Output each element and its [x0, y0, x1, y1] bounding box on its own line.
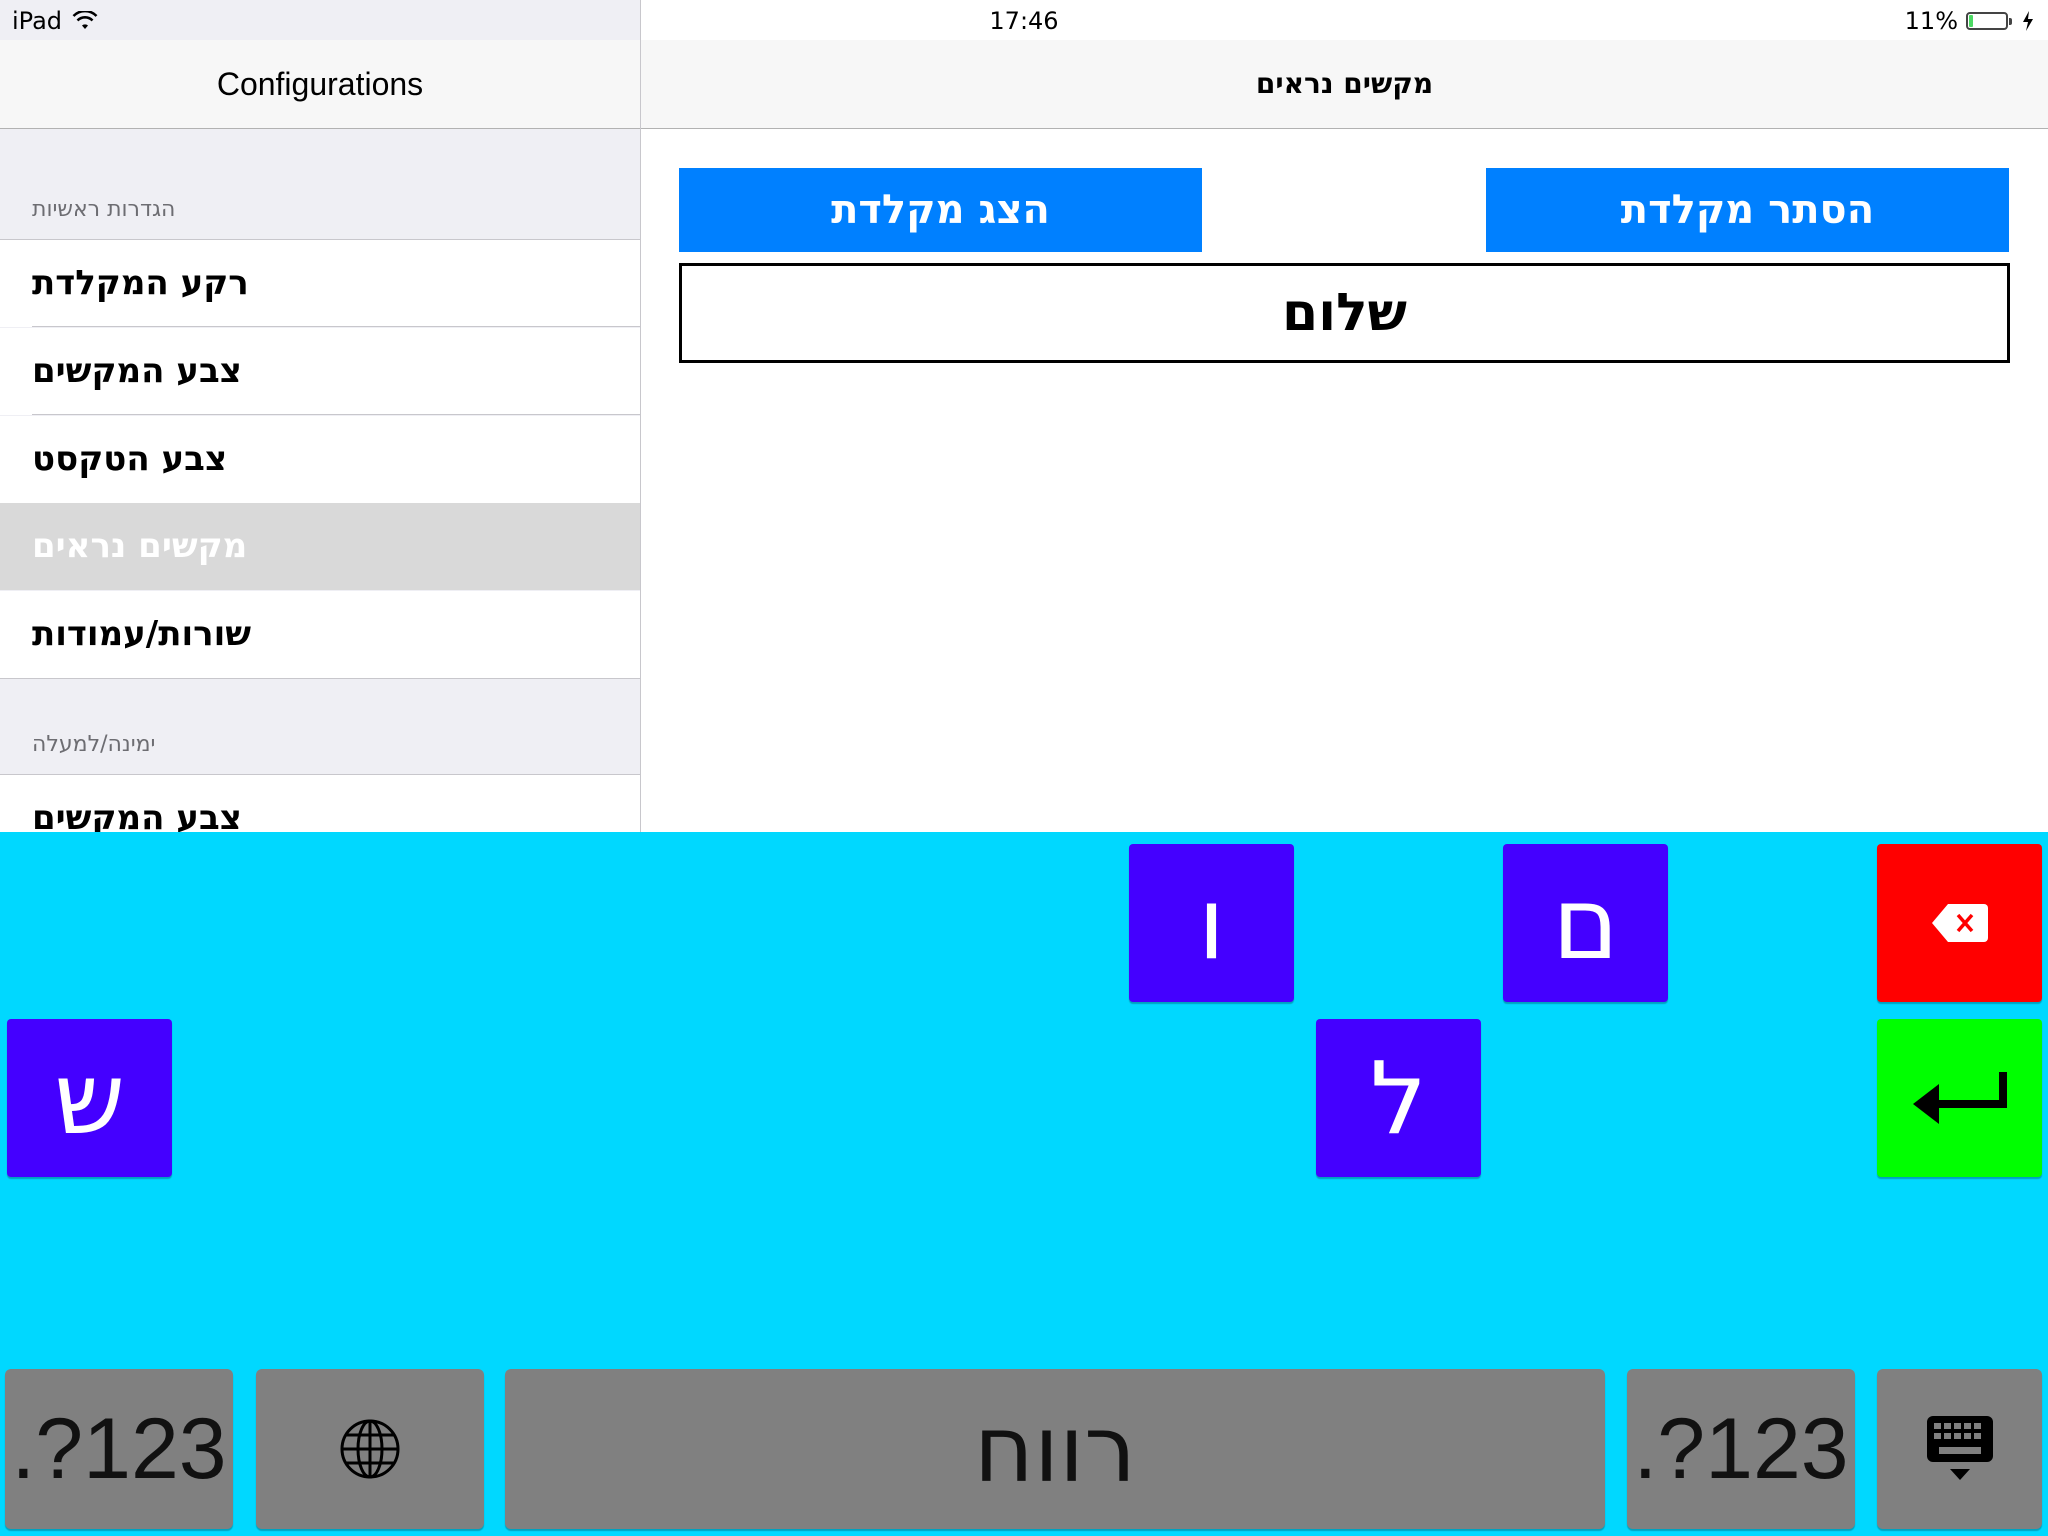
- settings-item-label: צבע הטקסט: [32, 439, 228, 479]
- status-right: 11%: [1905, 7, 2034, 35]
- return-arrow-icon: [1912, 1072, 2007, 1124]
- keyboard-dismiss-icon: [1926, 1416, 1993, 1480]
- globe-key[interactable]: [256, 1369, 484, 1529]
- status-bar: iPad 17:46 11%: [0, 0, 2048, 40]
- space-key[interactable]: רווח: [505, 1369, 1605, 1529]
- battery-percent: 11%: [1904, 7, 1958, 35]
- section-header-main: הגדרות ראשיות: [32, 197, 176, 222]
- delete-key[interactable]: [1877, 844, 2042, 1002]
- settings-item-text-color[interactable]: צבע הטקסט: [0, 416, 640, 503]
- key-shin[interactable]: ש: [7, 1019, 172, 1177]
- divider: [0, 678, 640, 679]
- numbers-key-right[interactable]: .?123: [1627, 1369, 1855, 1529]
- divider: [32, 326, 640, 327]
- key-final-mem[interactable]: ם: [1503, 844, 1668, 1002]
- status-time: 17:46: [989, 7, 1059, 35]
- return-key[interactable]: [1877, 1019, 2042, 1177]
- show-keyboard-button[interactable]: הצג מקלדת: [679, 168, 1202, 252]
- detail-nav-title: מקשים נראים: [641, 40, 2048, 129]
- settings-item-keyboard-background[interactable]: רקע המקלדת: [0, 240, 640, 327]
- battery-icon: [1966, 12, 2012, 30]
- charging-bolt-icon: [2023, 11, 2033, 31]
- divider: [32, 414, 640, 415]
- globe-icon: [340, 1419, 400, 1479]
- backspace-icon: [1931, 904, 1988, 942]
- key-lamed[interactable]: ל: [1316, 1019, 1481, 1177]
- settings-item-label: שורות/עמודות: [32, 614, 252, 654]
- settings-item-visible-keys[interactable]: מקשים נראים: [0, 503, 640, 590]
- settings-item-label: מקשים נראים: [32, 526, 248, 566]
- master-nav-title: Configurations: [0, 40, 640, 129]
- settings-item-key-color[interactable]: צבע המקשים: [0, 328, 640, 415]
- key-vav[interactable]: ו: [1129, 844, 1294, 1002]
- settings-item-label: צבע המקשים: [32, 351, 242, 391]
- settings-item-rows-columns[interactable]: שורות/עמודות: [0, 591, 640, 678]
- custom-keyboard: ו ם ש ל .?123 רווח .?123: [0, 832, 2048, 1536]
- hide-keyboard-button[interactable]: הסתר מקלדת: [1486, 168, 2009, 252]
- numbers-key-left[interactable]: .?123: [5, 1369, 233, 1529]
- text-input[interactable]: שלום: [679, 263, 2010, 363]
- settings-item-label: רקע המקלדת: [32, 263, 249, 303]
- battery-level: [1969, 15, 1973, 27]
- section-header-right-up: ימינה/למעלה: [32, 732, 156, 757]
- dismiss-keyboard-key[interactable]: [1877, 1369, 2042, 1529]
